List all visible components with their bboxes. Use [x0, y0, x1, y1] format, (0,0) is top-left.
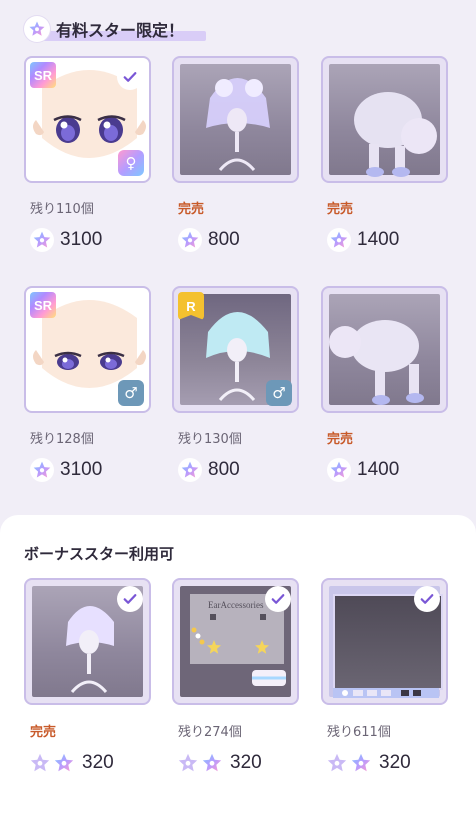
- bonus-star-icon: [325, 751, 349, 775]
- item-card-face-sr[interactable]: SR ♀: [24, 56, 151, 183]
- bonus-star-icon: [176, 751, 200, 775]
- price-row: 1400: [327, 456, 399, 484]
- item-card-outfit[interactable]: [321, 56, 448, 183]
- male-icon: ♂: [118, 380, 144, 406]
- price-row: 1400: [327, 226, 399, 254]
- item-card-frame[interactable]: [321, 578, 448, 705]
- outfit-illustration: [354, 92, 437, 177]
- price-value: 320: [82, 752, 114, 773]
- female-icon: ♀: [118, 150, 144, 176]
- price-value: 320: [230, 752, 262, 773]
- star-currency-icon: [327, 228, 351, 252]
- item-card-ear-accessories[interactable]: EarAccessories: [172, 578, 299, 705]
- star-badge-icon: [24, 16, 50, 42]
- item-card-outfit-2[interactable]: [321, 286, 448, 413]
- check-icon: [265, 586, 291, 612]
- price-value: 800: [208, 229, 240, 250]
- check-icon: [117, 64, 143, 90]
- check-icon: [117, 586, 143, 612]
- star-currency-icon: [30, 458, 54, 482]
- stock-label: 残り128個: [30, 432, 94, 447]
- stock-label: 完売: [327, 432, 354, 447]
- stock-label: 残り130個: [178, 432, 242, 447]
- rarity-badge: SR: [30, 292, 56, 318]
- stock-label: 完売: [327, 202, 354, 217]
- stock-label: 完売: [178, 202, 205, 217]
- hair-illustration: [206, 78, 270, 172]
- stock-label: 残り274個: [178, 725, 242, 740]
- price-value: 1400: [357, 229, 400, 250]
- price-value: 3100: [60, 229, 103, 250]
- star-currency-icon: [327, 458, 351, 482]
- item-card-hair-r[interactable]: R ♂: [172, 286, 299, 413]
- outfit-illustration: [329, 320, 424, 405]
- stock-label: 完売: [30, 725, 57, 740]
- price-value: 1400: [357, 459, 400, 480]
- price-value: 320: [379, 752, 411, 773]
- bonus-star-icon: [28, 751, 52, 775]
- price-row: 3100: [30, 456, 102, 484]
- star-currency-icon: [178, 458, 202, 482]
- item-card-bonus-hair[interactable]: [24, 578, 151, 705]
- star-currency-icon: [30, 228, 54, 252]
- section-title: ボーナススター利用可: [24, 545, 175, 563]
- price-row: 800: [178, 226, 240, 254]
- star-currency-icon: [178, 228, 202, 252]
- item-card-face-sr-2[interactable]: SR ♂: [24, 286, 151, 413]
- bonus-star-icon: [200, 751, 224, 775]
- section-title: 有料スター限定！: [56, 21, 185, 40]
- bonus-star-icon: [52, 751, 76, 775]
- bonus-star-icon: [349, 751, 373, 775]
- price-value: 3100: [60, 459, 103, 480]
- price-row: 800: [178, 456, 240, 484]
- item-card-hair[interactable]: [172, 56, 299, 183]
- stock-label: 残り611個: [327, 725, 391, 740]
- price-row: 320: [325, 749, 411, 777]
- price-row: 320: [28, 749, 114, 777]
- price-row: 3100: [30, 226, 102, 254]
- stock-label: 残り110個: [30, 202, 94, 217]
- rarity-badge: SR: [30, 62, 56, 88]
- male-icon: ♂: [266, 380, 292, 406]
- check-icon: [414, 586, 440, 612]
- paid-star-section-header: 有料スター限定！: [24, 16, 206, 42]
- price-value: 800: [208, 459, 240, 480]
- price-row: 320: [176, 749, 262, 777]
